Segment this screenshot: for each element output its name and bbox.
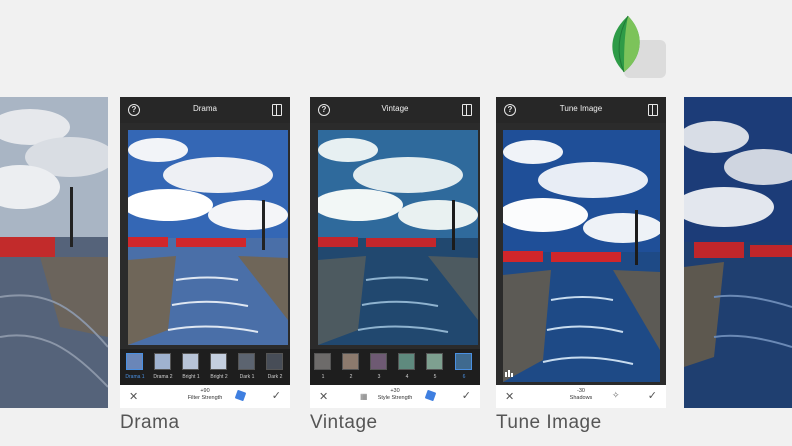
caption-tune-image: Tune Image bbox=[496, 412, 602, 433]
bottom-bar: ✕ ▦ +30 Style Strength ✓ bbox=[310, 385, 480, 408]
bottom-bar: ✕ +90 Filter Strength ✓ bbox=[120, 385, 290, 408]
check-icon[interactable]: ✓ bbox=[272, 389, 281, 402]
bottom-bar: ✕ -30 Shadows ✧ ✓ bbox=[496, 385, 666, 408]
check-icon[interactable]: ✓ bbox=[648, 389, 657, 402]
filter-thumb[interactable] bbox=[210, 353, 227, 370]
filter-thumb-label: Bright 1 bbox=[182, 374, 200, 380]
style-thumb-label: 2 bbox=[349, 374, 353, 380]
screen-title: Drama bbox=[192, 104, 217, 113]
help-icon[interactable]: ? bbox=[128, 104, 140, 116]
filter-strip: Drama 1 Drama 2 Bright 1 Bright 2 Dark 1… bbox=[120, 349, 290, 385]
compare-icon[interactable] bbox=[648, 104, 658, 116]
check-icon[interactable]: ✓ bbox=[462, 389, 471, 402]
adjust-value-label: Shadows bbox=[569, 395, 593, 401]
help-icon[interactable]: ? bbox=[318, 104, 330, 116]
filter-thumb-label: Bright 2 bbox=[210, 374, 228, 380]
screen-title: Tune Image bbox=[559, 104, 603, 113]
style-stack-icon[interactable] bbox=[424, 389, 437, 402]
preview-photo[interactable] bbox=[503, 130, 660, 382]
filter-thumb[interactable] bbox=[154, 353, 171, 370]
histogram-icon[interactable] bbox=[505, 369, 514, 377]
style-strip: 1 2 3 4 5 6 bbox=[310, 349, 480, 385]
filter-thumb-label: Drama 2 bbox=[153, 374, 173, 380]
snapseed-logo bbox=[612, 15, 666, 78]
style-thumb[interactable] bbox=[370, 353, 387, 370]
filter-thumb-label: Drama 1 bbox=[125, 374, 145, 380]
adjust-value-label: Style Strength bbox=[377, 395, 413, 401]
caption-drama: Drama bbox=[120, 412, 180, 433]
filter-thumb[interactable] bbox=[266, 353, 283, 370]
compare-icon[interactable] bbox=[272, 104, 282, 116]
adjust-value-number: +90 bbox=[200, 388, 210, 394]
compare-icon[interactable] bbox=[462, 104, 472, 116]
top-bar: ? Vintage bbox=[310, 97, 480, 123]
style-thumb[interactable] bbox=[314, 353, 331, 370]
style-thumb[interactable] bbox=[455, 353, 472, 370]
adjust-value-label: Filter Strength bbox=[187, 395, 223, 401]
style-stack-icon[interactable] bbox=[234, 389, 247, 402]
close-icon[interactable]: ✕ bbox=[129, 390, 138, 403]
adjust-value[interactable]: +30 Style Strength bbox=[365, 388, 425, 402]
drama-screen: ? Drama Drama 1 Drama 2 Bright 1 Bright … bbox=[120, 97, 290, 408]
style-thumb[interactable] bbox=[342, 353, 359, 370]
adjust-value-number: -30 bbox=[577, 388, 585, 394]
style-thumb-label: 3 bbox=[377, 374, 381, 380]
help-icon[interactable]: ? bbox=[504, 104, 516, 116]
close-icon[interactable]: ✕ bbox=[319, 390, 328, 403]
adjust-value[interactable]: -30 Shadows bbox=[551, 388, 611, 402]
preview-photo[interactable] bbox=[128, 130, 288, 345]
caption-vintage: Vintage bbox=[310, 412, 378, 433]
tune-image-screen: ? Tune Image ✕ -30 Shadows ✧ ✓ bbox=[496, 97, 666, 408]
preview-photo[interactable] bbox=[318, 130, 478, 345]
adjust-value[interactable]: +90 Filter Strength bbox=[175, 388, 235, 402]
filter-thumb[interactable] bbox=[238, 353, 255, 370]
filter-thumb[interactable] bbox=[126, 353, 143, 370]
left-partial-photo bbox=[0, 97, 108, 408]
style-thumb-label: 4 bbox=[405, 374, 409, 380]
adjust-value-number: +30 bbox=[390, 388, 400, 394]
filter-thumb[interactable] bbox=[182, 353, 199, 370]
wand-icon[interactable]: ✧ bbox=[612, 390, 620, 401]
style-thumb-label: 1 bbox=[321, 374, 325, 380]
style-thumb[interactable] bbox=[426, 353, 443, 370]
close-icon[interactable]: ✕ bbox=[505, 390, 514, 403]
screen-title: Vintage bbox=[381, 104, 409, 113]
vintage-screen: ? Vintage 1 2 3 4 5 6 ✕ ▦ +30 Style Stre… bbox=[310, 97, 480, 408]
filter-thumb-label: Dark 1 bbox=[239, 374, 255, 380]
filter-thumb-label: Dark 2 bbox=[267, 374, 283, 380]
top-bar: ? Drama bbox=[120, 97, 290, 123]
right-partial-photo bbox=[684, 97, 792, 408]
style-thumb-label: 6 bbox=[462, 374, 466, 380]
style-thumb-label: 5 bbox=[433, 374, 437, 380]
style-thumb[interactable] bbox=[398, 353, 415, 370]
top-bar: ? Tune Image bbox=[496, 97, 666, 123]
